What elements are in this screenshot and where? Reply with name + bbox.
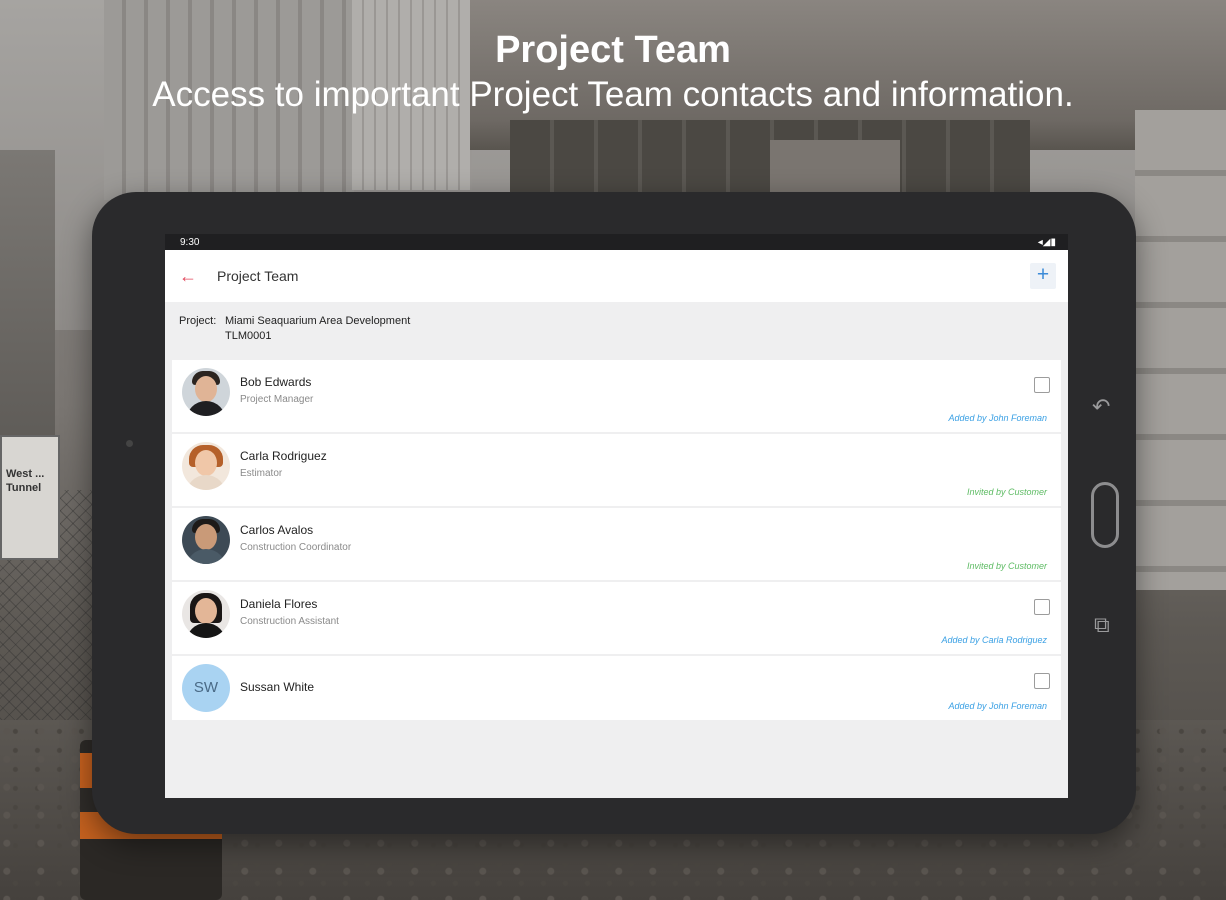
member-name: Daniela Flores [240, 597, 318, 611]
avatar-initials: SW [182, 664, 230, 712]
tablet-screen: 9:30 ◂◢▮ ← Project Team + Project: Miami… [165, 234, 1068, 798]
project-code: TLM0001 [225, 330, 272, 342]
street-sign-text: West ... Tunnel [6, 468, 45, 494]
member-name: Sussan White [240, 680, 315, 694]
team-member-card[interactable]: Carla Rodriguez Estimator Invited by Cus… [172, 434, 1061, 506]
added-by-label: Added by John Foreman [948, 413, 1047, 423]
member-info: Carla Rodriguez Estimator [240, 442, 327, 479]
team-member-card[interactable]: SW Sussan White Added by John Foreman [172, 656, 1061, 720]
team-member-card[interactable]: Bob Edwards Project Manager Added by Joh… [172, 360, 1061, 432]
added-by-label: Added by Carla Rodriguez [941, 635, 1047, 645]
member-name: Carlos Avalos [240, 523, 314, 537]
camera-dot [126, 440, 133, 447]
avatar [182, 442, 230, 490]
member-checkbox[interactable] [1034, 377, 1050, 393]
member-role: Estimator [240, 468, 283, 479]
back-arrow-icon[interactable]: ← [179, 266, 199, 287]
member-role: Project Manager [240, 394, 314, 405]
member-role: Construction Assistant [240, 616, 339, 627]
member-info: Bob Edwards Project Manager [240, 368, 313, 405]
member-name: Carla Rodriguez [240, 449, 327, 463]
add-member-button[interactable]: + [1030, 263, 1056, 289]
street-sign: West ... Tunnel [0, 435, 60, 560]
member-role: Construction Coordinator [240, 542, 352, 553]
team-member-card[interactable]: Daniela Flores Construction Assistant Ad… [172, 582, 1061, 654]
status-icons: ◂◢▮ [1037, 236, 1056, 248]
team-member-card[interactable]: Carlos Avalos Construction Coordinator I… [172, 508, 1061, 580]
tablet-device: ↶ ⧉ 9:30 ◂◢▮ ← Project Team + Project: M… [92, 192, 1136, 834]
headline: Project Team Access to important Project… [0, 28, 1226, 116]
invited-by-label: Invited by Customer [966, 487, 1047, 497]
project-name: Miami Seaquarium Area Development [225, 315, 411, 327]
member-info: Carlos Avalos Construction Coordinator [240, 516, 351, 553]
overpass-pillar [770, 140, 900, 200]
member-checkbox[interactable] [1034, 599, 1050, 615]
status-bar: 9:30 ◂◢▮ [165, 234, 1068, 250]
headline-subtitle: Access to important Project Team contact… [152, 75, 1074, 114]
hardware-back-icon[interactable]: ↶ [1092, 396, 1110, 418]
member-checkbox[interactable] [1034, 673, 1050, 689]
member-name: Bob Edwards [240, 375, 312, 389]
headline-title: Project Team [495, 29, 731, 71]
building-right [1135, 110, 1226, 590]
app-bar: ← Project Team + [165, 250, 1068, 302]
avatar [182, 590, 230, 638]
hardware-home-button[interactable] [1091, 482, 1119, 548]
hardware-recent-apps-icon[interactable]: ⧉ [1094, 614, 1110, 636]
avatar [182, 368, 230, 416]
member-info: Sussan White [240, 664, 314, 694]
invited-by-label: Invited by Customer [966, 561, 1047, 571]
team-list: Bob Edwards Project Manager Added by Joh… [165, 360, 1068, 720]
status-time: 9:30 [180, 236, 200, 248]
page-title: Project Team [217, 268, 299, 284]
ramp-left [0, 150, 55, 450]
added-by-label: Added by John Foreman [948, 701, 1047, 711]
project-info: Project: Miami Seaquarium Area Developme… [165, 302, 1068, 360]
project-label: Project: [179, 315, 217, 327]
avatar [182, 516, 230, 564]
member-info: Daniela Flores Construction Assistant [240, 590, 339, 627]
